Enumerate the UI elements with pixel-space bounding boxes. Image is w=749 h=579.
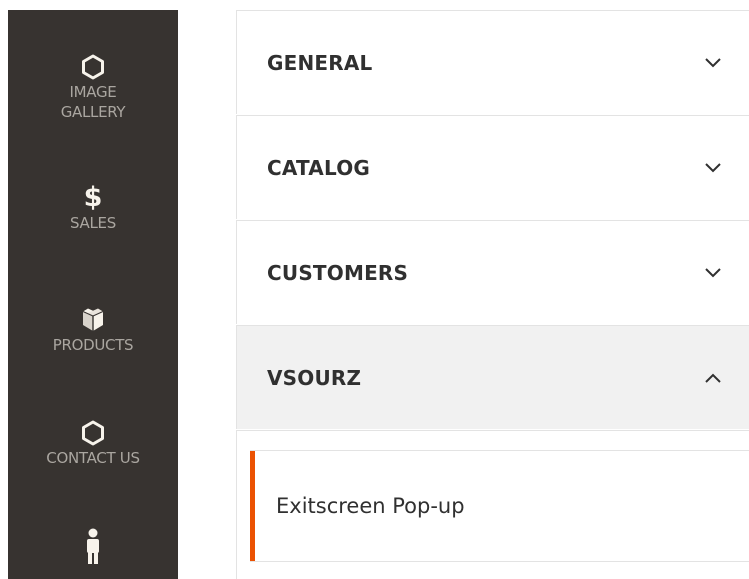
chevron-down-icon bbox=[703, 53, 723, 73]
hexagon-icon bbox=[78, 52, 108, 82]
sidebar-item-products[interactable]: PRODUCTS bbox=[8, 305, 178, 355]
person-icon bbox=[78, 528, 108, 564]
section-title: CATALOG bbox=[267, 156, 371, 180]
sidebar-item-image-gallery[interactable]: IMAGE GALLERY bbox=[8, 52, 178, 122]
dollar-glyph: $ bbox=[83, 182, 103, 213]
admin-sidebar: IMAGE GALLERY $ SALES PRODUCTS CONTACT U… bbox=[8, 10, 178, 579]
section-title: CUSTOMERS bbox=[267, 261, 409, 285]
hexagon-icon bbox=[78, 418, 108, 448]
sidebar-item-sales[interactable]: $ SALES bbox=[8, 183, 178, 233]
section-title: GENERAL bbox=[267, 51, 373, 75]
submenu-item-label: Exitscreen Pop-up bbox=[276, 494, 465, 518]
submenu-item-exitscreen-popup[interactable]: Exitscreen Pop-up bbox=[250, 450, 749, 562]
sidebar-item-contact-us[interactable]: CONTACT US bbox=[8, 418, 178, 468]
chevron-down-icon bbox=[703, 263, 723, 283]
sidebar-item-label: SALES bbox=[70, 214, 116, 232]
config-sections-panel: GENERAL CATALOG CUSTOMERS VSOURZ Exitscr… bbox=[236, 10, 749, 579]
vsourz-submenu: Exitscreen Pop-up bbox=[236, 430, 749, 579]
admin-config-page: IMAGE GALLERY $ SALES PRODUCTS CONTACT U… bbox=[0, 0, 749, 579]
box-icon bbox=[78, 305, 108, 335]
chevron-up-icon bbox=[703, 368, 723, 388]
section-vsourz[interactable]: VSOURZ bbox=[236, 325, 749, 429]
section-customers[interactable]: CUSTOMERS bbox=[236, 220, 749, 324]
dollar-icon: $ bbox=[78, 183, 108, 213]
sidebar-item-label: CONTACT US bbox=[46, 449, 140, 467]
active-indicator bbox=[250, 451, 255, 561]
section-general[interactable]: GENERAL bbox=[236, 10, 749, 114]
sidebar-item-label: PRODUCTS bbox=[52, 336, 134, 354]
sidebar-item-label: IMAGE GALLERY bbox=[60, 83, 126, 121]
sidebar-item-customers[interactable] bbox=[8, 528, 178, 564]
chevron-down-icon bbox=[703, 158, 723, 178]
section-title: VSOURZ bbox=[267, 366, 362, 390]
section-catalog[interactable]: CATALOG bbox=[236, 115, 749, 219]
